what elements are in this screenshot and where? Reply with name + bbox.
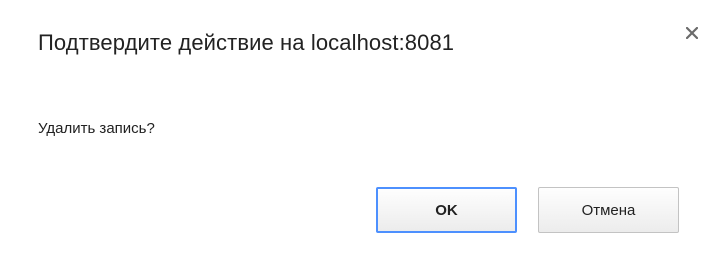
close-icon bbox=[686, 27, 698, 39]
dialog-message: Удалить запись? bbox=[38, 120, 155, 137]
cancel-button[interactable]: Отмена bbox=[538, 187, 679, 233]
close-button[interactable] bbox=[681, 22, 703, 44]
ok-button-label: OK bbox=[435, 201, 458, 219]
dialog-title: Подтвердите действие на localhost:8081 bbox=[38, 30, 455, 55]
confirm-dialog: Подтвердите действие на localhost:8081 У… bbox=[0, 0, 713, 269]
cancel-button-label: Отмена bbox=[581, 201, 636, 219]
ok-button[interactable]: OK bbox=[376, 187, 517, 233]
